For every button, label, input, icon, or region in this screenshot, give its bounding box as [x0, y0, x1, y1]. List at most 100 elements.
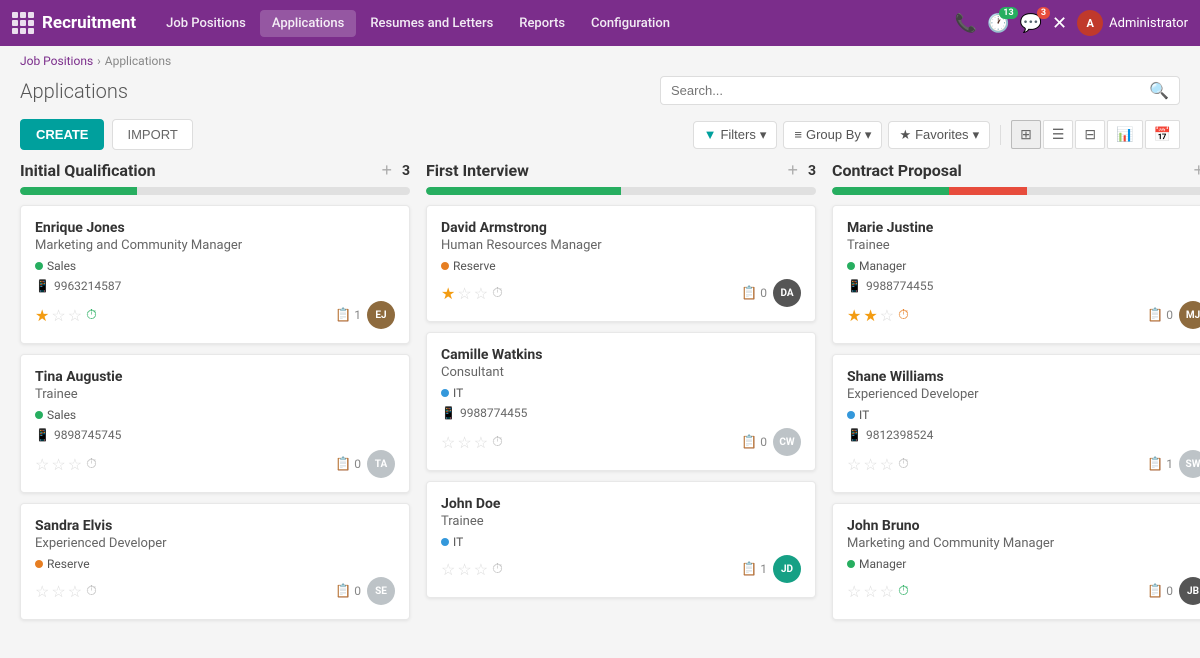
doc-num: 0 [1166, 308, 1173, 322]
calendar-view-btn[interactable]: 📅 [1145, 120, 1180, 149]
star-1: ☆ [51, 306, 65, 325]
kanban-col-add-btn[interactable]: + [381, 160, 392, 181]
doc-count: 📋 0 [1147, 584, 1173, 599]
card-avatar: JB [1179, 577, 1200, 605]
nav-applications[interactable]: Applications [260, 10, 357, 37]
card-avatar: TA [367, 450, 395, 478]
progress-red [949, 187, 1027, 195]
kanban-card[interactable]: David Armstrong Human Resources Manager … [426, 205, 816, 322]
nav-reports[interactable]: Reports [507, 10, 577, 37]
card-tag: Reserve [441, 259, 801, 273]
doc-count: 📋 0 [335, 457, 361, 472]
create-button[interactable]: CREATE [20, 119, 104, 150]
kanban-col-title: First Interview [426, 161, 529, 180]
settings-icon-btn[interactable]: ✕ [1052, 13, 1067, 34]
kanban-card[interactable]: John Bruno Marketing and Community Manag… [832, 503, 1200, 620]
card-footer: ☆☆☆ ⏱ 📋 0 SE [35, 577, 395, 605]
doc-num: 1 [760, 562, 767, 576]
kanban-card[interactable]: Camille Watkins Consultant IT 📱998877445… [426, 332, 816, 471]
app-logo[interactable]: Recruitment [12, 12, 136, 34]
card-meta: 📋 0 MJ [1147, 301, 1200, 329]
filter-icon: ▼ [704, 127, 717, 142]
card-meta: 📋 1 EJ [335, 301, 395, 329]
tag-label: IT [453, 386, 463, 400]
star-2: ☆ [880, 455, 894, 474]
search-bar[interactable]: 🔍 [660, 76, 1180, 105]
clock-icon: ⏱ [898, 583, 909, 599]
kanban-view-btn[interactable]: ⊞ [1011, 120, 1041, 149]
kanban-board: Initial Qualification + 3 Enrique Jones … [0, 160, 1200, 650]
favorites-button[interactable]: ★ Favorites ▾ [888, 121, 990, 149]
clock-icon: ⏱ [898, 456, 909, 472]
card-tag: Sales [35, 408, 395, 422]
kanban-col-add-btn[interactable]: + [787, 160, 798, 181]
progress-bar [832, 187, 1200, 195]
progress-bar [426, 187, 816, 195]
search-input[interactable] [671, 83, 1143, 98]
kanban-col-add-btn[interactable]: + [1193, 160, 1200, 181]
doc-num: 0 [760, 286, 767, 300]
card-avatar: JD [773, 555, 801, 583]
groupby-button[interactable]: ≡ Group By ▾ [783, 121, 882, 149]
card-name: David Armstrong [441, 220, 801, 236]
phone-icon-btn[interactable]: 📞 [955, 13, 977, 34]
tag-dot [847, 262, 855, 270]
doc-count: 📋 0 [741, 286, 767, 301]
rating-stars[interactable]: ★☆☆ [441, 284, 488, 303]
kanban-card[interactable]: Shane Williams Experienced Developer IT … [832, 354, 1200, 493]
chat-icon-btn[interactable]: 💬 3 [1020, 13, 1042, 34]
star-1: ☆ [51, 582, 65, 601]
card-tag: Manager [847, 557, 1200, 571]
filters-label: Filters [720, 127, 755, 142]
nav-configuration[interactable]: Configuration [579, 10, 682, 37]
kanban-card[interactable]: Enrique Jones Marketing and Community Ma… [20, 205, 410, 344]
breadcrumb-parent[interactable]: Job Positions [20, 54, 93, 68]
admin-menu[interactable]: A Administrator [1077, 10, 1188, 36]
card-avatar: DA [773, 279, 801, 307]
tag-dot [441, 538, 449, 546]
card-name: Marie Justine [847, 220, 1200, 236]
star-0: ☆ [847, 582, 861, 601]
toolbar: CREATE IMPORT ▼ Filters ▾ ≡ Group By ▾ ★… [0, 113, 1200, 160]
chart-view-btn[interactable]: 📊 [1107, 120, 1142, 149]
toolbar-left: CREATE IMPORT [20, 119, 193, 150]
rating-stars[interactable]: ☆☆☆ [847, 582, 894, 601]
search-icon: 🔍 [1149, 81, 1169, 100]
star-1: ☆ [457, 284, 471, 303]
rating-stars[interactable]: ★★☆ [847, 306, 894, 325]
import-button[interactable]: IMPORT [112, 119, 192, 150]
card-meta: 📋 0 TA [335, 450, 395, 478]
rating-stars[interactable]: ☆☆☆ [847, 455, 894, 474]
nav-resumes[interactable]: Resumes and Letters [358, 10, 505, 37]
star-2: ☆ [474, 433, 488, 452]
rating-stars[interactable]: ☆☆☆ [35, 582, 82, 601]
star-1: ☆ [863, 455, 877, 474]
kanban-card[interactable]: Tina Augustie Trainee Sales 📱9898745745 … [20, 354, 410, 493]
rating-stars[interactable]: ★☆☆ [35, 306, 82, 325]
toolbar-right: ▼ Filters ▾ ≡ Group By ▾ ★ Favorites ▾ ⊞… [693, 120, 1180, 149]
view-buttons: ⊞ ☰ ⊟ 📊 📅 [1011, 120, 1180, 149]
card-name: Shane Williams [847, 369, 1200, 385]
rating-stars[interactable]: ☆☆☆ [441, 560, 488, 579]
table-view-btn[interactable]: ⊟ [1075, 120, 1105, 149]
rating-stars[interactable]: ☆☆☆ [35, 455, 82, 474]
card-meta: 📋 1 JD [741, 555, 801, 583]
kanban-card[interactable]: Sandra Elvis Experienced Developer Reser… [20, 503, 410, 620]
card-name: John Bruno [847, 518, 1200, 534]
doc-icon: 📋 [1147, 584, 1163, 599]
page-title: Applications [20, 79, 128, 103]
kanban-col-count: 3 [808, 163, 816, 179]
phone-icon: 📱 [35, 279, 50, 293]
star-1: ☆ [457, 433, 471, 452]
card-job: Trainee [847, 238, 1200, 253]
kanban-card[interactable]: Marie Justine Trainee Manager 📱998877445… [832, 205, 1200, 344]
rating-stars[interactable]: ☆☆☆ [441, 433, 488, 452]
kanban-card[interactable]: John Doe Trainee IT ☆☆☆ ⏱ 📋 1 JD [426, 481, 816, 598]
nav-job-positions[interactable]: Job Positions [154, 10, 258, 37]
groupby-icon: ≡ [794, 127, 802, 142]
star-2: ☆ [880, 582, 894, 601]
activity-icon-btn[interactable]: 🕐 13 [987, 13, 1009, 34]
list-view-btn[interactable]: ☰ [1043, 120, 1074, 149]
card-tag: IT [847, 408, 1200, 422]
filters-button[interactable]: ▼ Filters ▾ [693, 121, 778, 149]
